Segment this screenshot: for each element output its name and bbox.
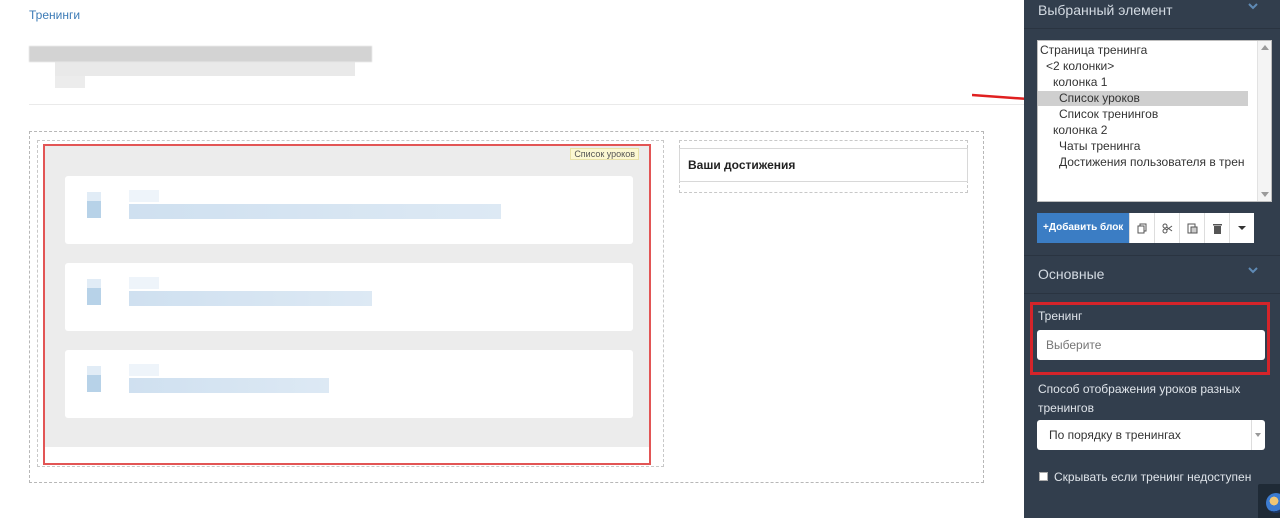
lesson-card[interactable] — [65, 176, 633, 244]
tree-item[interactable]: колонка 1 — [1038, 75, 1248, 90]
lesson-thumbnail — [87, 192, 101, 218]
achievements-block[interactable]: Ваши достижения — [679, 148, 968, 182]
display-mode-select[interactable]: По порядку в тренингах — [1037, 420, 1265, 450]
tree-item[interactable]: Достижения пользователя в трен — [1038, 155, 1248, 170]
scroll-up-icon[interactable] — [1261, 45, 1269, 50]
selected-element-header[interactable]: Выбранный элемент — [1038, 2, 1173, 18]
training-select-input[interactable] — [1037, 330, 1265, 360]
paste-icon[interactable] — [1179, 213, 1205, 243]
lessons-block-footer — [45, 447, 649, 463]
tree-scrollbar[interactable] — [1257, 41, 1271, 201]
cut-icon[interactable] — [1154, 213, 1180, 243]
hide-if-unavailable-checkbox[interactable] — [1039, 472, 1048, 481]
lesson-title-blurred — [129, 204, 501, 219]
tree-item[interactable]: Список тренингов — [1038, 107, 1248, 122]
app-logo-icon[interactable] — [1258, 484, 1280, 518]
lesson-meta-blurred — [129, 277, 159, 289]
tree-item[interactable]: колонка 2 — [1038, 123, 1248, 138]
tree-item[interactable]: Страница тренинга — [1038, 43, 1248, 58]
tree-item[interactable]: Чаты тренинга — [1038, 139, 1248, 154]
caret-down-icon[interactable] — [1229, 213, 1255, 243]
tree-item[interactable]: <2 колонки> — [1038, 59, 1248, 74]
breadcrumb-link[interactable]: Тренинги — [29, 8, 80, 22]
trash-icon[interactable] — [1204, 213, 1230, 243]
lesson-title-blurred — [129, 291, 372, 306]
lesson-thumbnail — [87, 279, 101, 305]
panel-divider — [1024, 28, 1280, 29]
page-title-blurred-line — [55, 62, 355, 76]
lessons-list-block[interactable]: Список уроков — [43, 144, 651, 465]
tree-item-selected[interactable]: Список уроков — [1038, 91, 1248, 106]
panel-divider — [1024, 293, 1280, 294]
page-title-blurred-tail — [55, 76, 85, 88]
block-toolbar: +Добавить блок — [1037, 213, 1255, 243]
panel-divider — [1024, 255, 1280, 256]
lesson-title-blurred — [129, 378, 329, 393]
chevron-down-icon[interactable] — [1248, 2, 1258, 12]
scroll-down-icon[interactable] — [1261, 192, 1269, 197]
title-divider — [29, 104, 1024, 105]
element-tree[interactable]: Страница тренинга <2 колонки> колонка 1 … — [1037, 40, 1272, 202]
chevron-down-icon[interactable] — [1248, 266, 1258, 276]
page: Тренинги Список уроков Ваши достижения В… — [0, 0, 1280, 518]
page-title-blurred — [29, 46, 372, 62]
add-block-button[interactable]: +Добавить блок — [1037, 213, 1130, 243]
lesson-meta-blurred — [129, 190, 159, 202]
lesson-card[interactable] — [65, 263, 633, 331]
display-mode-value: По порядку в тренингах — [1049, 428, 1181, 442]
properties-panel: Выбранный элемент Страница тренинга <2 к… — [1024, 0, 1280, 518]
lessons-block-tag: Список уроков — [570, 148, 639, 160]
main-section-header[interactable]: Основные — [1038, 266, 1104, 282]
display-mode-label: Способ отображения уроков разных тренинг… — [1038, 382, 1241, 415]
select-caret-icon[interactable] — [1251, 420, 1265, 450]
lesson-thumbnail — [87, 366, 101, 392]
lesson-card[interactable] — [65, 350, 633, 418]
copy-icon[interactable] — [1129, 213, 1155, 243]
lesson-meta-blurred — [129, 364, 159, 376]
training-label: Тренинг — [1038, 309, 1083, 323]
hide-if-unavailable-label[interactable]: Скрывать если тренинг недоступен — [1054, 468, 1264, 487]
